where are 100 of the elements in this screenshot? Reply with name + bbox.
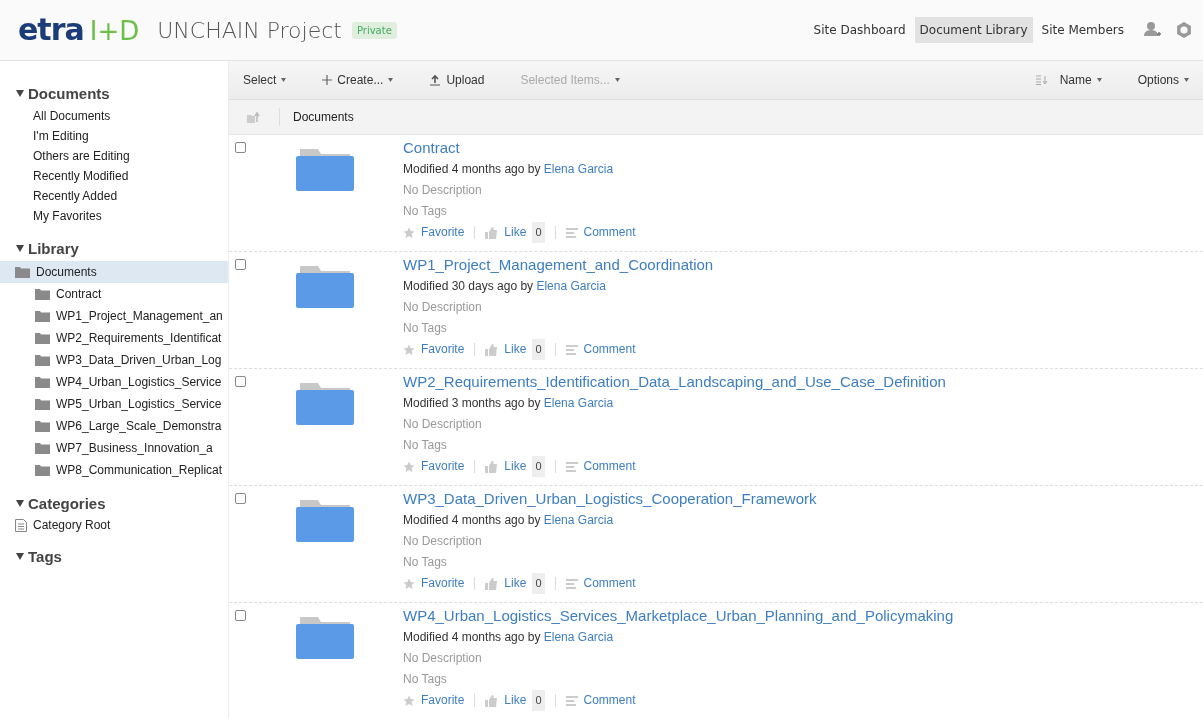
breadcrumb[interactable]: Documents [280,110,354,124]
add-user-icon[interactable] [1143,21,1161,39]
tags-text: No Tags [403,203,448,220]
tree-item[interactable]: WP5_Urban_Logistics_Service [0,393,228,415]
dropdown-caret-icon [614,78,620,82]
folder-icon[interactable] [295,266,354,308]
upload-icon [429,74,442,86]
folder-icon[interactable] [295,383,354,425]
toolbar-button[interactable]: Select [239,73,291,87]
folder-icon[interactable] [295,149,354,191]
sidebar-link[interactable]: Recently Modified [0,166,228,186]
sidebar-link[interactable]: My Favorites [0,206,228,226]
folder-name-link[interactable]: WP3_Data_Driven_Urban_Logistics_Cooperation_Framework [403,490,817,508]
folder-name-link[interactable]: WP4_Urban_Logistics_Services_Marketplace_Urban_Planning_and_Policymaking [403,607,954,625]
like-count: 0 [532,456,545,477]
folder-icon[interactable] [295,500,354,542]
comment-link[interactable]: Comment [583,222,636,243]
description-text: No Description [403,416,483,433]
like-link[interactable]: Like [504,222,527,243]
like-count: 0 [532,573,545,594]
row-checkbox[interactable] [235,259,246,270]
comment-icon [565,578,578,589]
comment-icon [565,344,578,355]
favorite-link[interactable]: Favorite [421,690,465,711]
author-link[interactable]: Elena Garcia [543,513,614,527]
comment-link[interactable]: Comment [583,573,636,594]
like-link[interactable]: Like [504,339,527,360]
favorite-link[interactable]: Favorite [421,573,465,594]
sidebar-link[interactable]: I'm Editing [0,126,228,146]
plus-icon [322,75,333,85]
comment-icon [565,461,578,472]
folder-name-link[interactable]: WP1_Project_Management_and_Coordination [403,256,714,274]
tree-item[interactable]: WP6_Large_Scale_Demonstra [0,415,228,437]
sidebar-link[interactable]: All Documents [0,106,228,126]
comment-link[interactable]: Comment [583,456,636,477]
nav-tab[interactable]: Document Library [914,17,1033,43]
nav-tab[interactable]: Site Members [1036,17,1129,43]
section-header[interactable]: Categories [0,495,228,512]
tree-item[interactable]: WP7_Business_Innovation_a [0,437,228,459]
nav-tab[interactable]: Site Dashboard [808,17,911,43]
tree-item[interactable]: WP1_Project_Management_an [0,305,228,327]
expanded-caret-icon [16,90,24,97]
star-icon [403,694,415,707]
sidebar-link[interactable]: Others are Editing [0,146,228,166]
author-link[interactable]: Elena Garcia [543,630,614,644]
sidebar-link[interactable]: Recently Added [0,186,228,206]
category-item[interactable]: Category Root [33,518,111,532]
comment-link[interactable]: Comment [583,690,636,711]
description-text: No Description [403,299,483,316]
section-header[interactable]: Library [0,240,228,257]
like-link[interactable]: Like [504,456,527,477]
thumbs-up-icon [485,226,499,239]
settings-icon[interactable] [1175,21,1193,39]
folder-name-link[interactable]: WP2_Requirements_Identification_Data_Landscaping_and_Use_Case_Definition [403,373,946,391]
author-link[interactable]: Elena Garcia [536,279,606,293]
favorite-link[interactable]: Favorite [421,456,465,477]
thumbs-up-icon [485,460,499,473]
author-link[interactable]: Elena Garcia [543,162,614,176]
tree-item[interactable]: WP2_Requirements_Identificat [0,327,228,349]
row-checkbox[interactable] [235,142,246,153]
folder-icon [35,310,50,322]
folder-up-icon[interactable] [247,111,261,123]
document-icon [15,518,27,532]
folder-name-link[interactable]: Contract [403,139,636,157]
folder-icon [35,442,50,454]
tree-item[interactable]: WP8_Communication_Replicat [0,459,228,481]
row-checkbox[interactable] [235,493,246,504]
modified-text: Modified 4 months ago by [403,162,541,176]
like-link[interactable]: Like [504,690,527,711]
tree-item[interactable]: Documents [0,261,228,283]
expanded-caret-icon [16,553,24,560]
favorite-link[interactable]: Favorite [421,222,465,243]
toolbar-button[interactable]: Upload [425,73,489,87]
thumbs-up-icon [485,577,499,590]
like-count: 0 [532,339,545,360]
dropdown-caret-icon [1096,78,1102,82]
folder-icon [35,464,50,476]
favorite-link[interactable]: Favorite [421,339,465,360]
sort-icon[interactable] [1035,75,1048,85]
like-count: 0 [532,690,545,711]
section-header[interactable]: Tags [0,548,228,565]
tree-item[interactable]: WP3_Data_Driven_Urban_Log [0,349,228,371]
logo-suffix: I+D [89,18,140,44]
options-menu[interactable]: Options [1133,73,1193,87]
toolbar-button[interactable]: Create... [318,73,398,87]
like-link[interactable]: Like [504,573,527,594]
site-title: UNCHAIN Project [157,17,342,43]
tree-item[interactable]: WP4_Urban_Logistics_Service [0,371,228,393]
description-text: No Description [403,650,483,667]
row-checkbox[interactable] [235,610,246,621]
sort-menu[interactable]: Name [1055,73,1106,87]
comment-link[interactable]: Comment [583,339,636,360]
star-icon [403,460,415,473]
row-checkbox[interactable] [235,376,246,387]
section-header[interactable]: Documents [0,85,228,102]
tree-item[interactable]: Contract [0,283,228,305]
tags-text: No Tags [403,671,448,688]
author-link[interactable]: Elena Garcia [543,396,614,410]
modified-text: Modified 4 months ago by [403,630,541,644]
folder-icon[interactable] [295,617,354,659]
